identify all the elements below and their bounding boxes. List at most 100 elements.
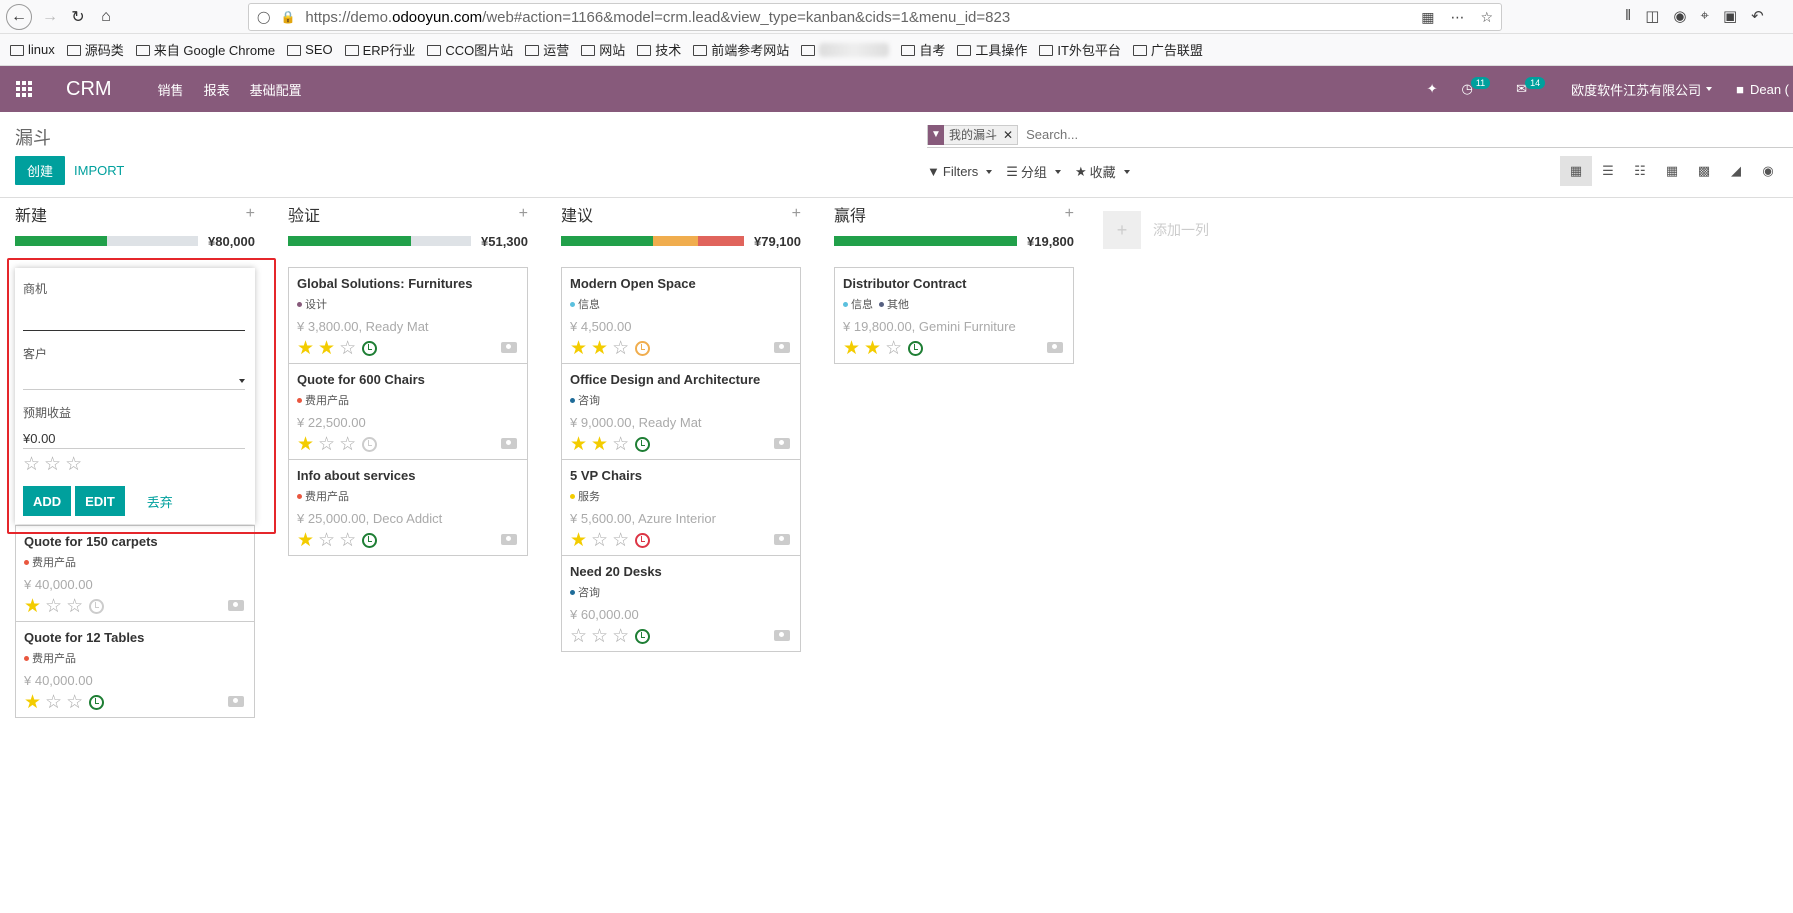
bookmark-folder[interactable]: 技术 bbox=[637, 40, 681, 59]
kanban-card[interactable]: Quote for 600 Chairs 费用产品 ¥ 22,500.00 ★ ☆ ☆ bbox=[288, 363, 528, 460]
discard-button[interactable]: 丢弃 bbox=[147, 492, 173, 511]
bookmark-folder[interactable]: SEO bbox=[287, 42, 333, 57]
star-icon[interactable]: ★ bbox=[570, 339, 587, 358]
reload-icon[interactable]: ↻ bbox=[64, 3, 92, 31]
kanban-card[interactable]: Info about services 费用产品 ¥ 25,000.00, Deco… bbox=[288, 459, 528, 556]
edit-button[interactable]: EDIT bbox=[75, 486, 125, 516]
calendar-view-icon[interactable]: ☷ bbox=[1624, 156, 1656, 186]
import-button[interactable]: IMPORT bbox=[74, 156, 124, 185]
star-icon[interactable]: ☆ bbox=[570, 627, 587, 646]
bookmark-folder[interactable]: 源码类 bbox=[66, 40, 124, 59]
dashboard-view-icon[interactable]: ◉ bbox=[1752, 156, 1784, 186]
filters-dropdown[interactable]: ▼ Filters bbox=[927, 162, 993, 181]
kanban-card[interactable]: Global Solutions: Furnitures 设计 ¥ 3,800.00… bbox=[288, 267, 528, 364]
progress-bar[interactable] bbox=[288, 236, 471, 246]
company-switcher[interactable]: 欧度软件江苏有限公司 bbox=[1571, 80, 1713, 99]
star-icon[interactable]: ★ bbox=[297, 531, 314, 550]
favorites-dropdown[interactable]: ★ 收藏 bbox=[1075, 162, 1130, 181]
kanban-card[interactable]: Office Design and Architecture 咨询 ¥ 9,000.… bbox=[561, 363, 801, 460]
bookmark-folder[interactable]: 前端参考网站 bbox=[693, 40, 789, 59]
menu-sales[interactable]: 销售 bbox=[158, 80, 184, 99]
groupby-dropdown[interactable]: ☰ 分组 bbox=[1006, 162, 1061, 181]
quick-add-icon[interactable]: + bbox=[1065, 205, 1074, 223]
star-icon[interactable]: ☆ bbox=[318, 531, 335, 550]
quick-add-icon[interactable]: + bbox=[792, 205, 801, 223]
star-icon[interactable]: ☆ bbox=[45, 693, 62, 712]
user-menu[interactable]: ■ Dean ( bbox=[1736, 82, 1789, 97]
kanban-card[interactable]: Modern Open Space 信息 ¥ 4,500.00 ★ ★ ☆ bbox=[561, 267, 801, 364]
star-icon[interactable]: ☆ bbox=[339, 531, 356, 550]
remove-facet-icon[interactable]: ✕ bbox=[1003, 128, 1013, 142]
star-icon[interactable]: ★ bbox=[570, 531, 587, 550]
url-text[interactable]: https://demo.odooyun.com/web#action=1166… bbox=[305, 9, 1421, 26]
star-icon[interactable]: ☆ bbox=[339, 339, 356, 358]
star-icon[interactable]: ★ bbox=[864, 339, 881, 358]
progress-bar[interactable] bbox=[834, 236, 1017, 246]
address-bar[interactable]: ◯ 🔒 https://demo.odooyun.com/web#action=… bbox=[248, 3, 1502, 31]
apps-menu-icon[interactable] bbox=[0, 66, 48, 112]
activity-clock-icon[interactable] bbox=[362, 341, 378, 356]
activity-clock-icon[interactable] bbox=[362, 533, 378, 548]
qr-code-icon[interactable]: ▦ bbox=[1421, 9, 1434, 26]
star-icon[interactable]: ★ bbox=[570, 435, 587, 454]
menu-config[interactable]: 基础配置 bbox=[250, 80, 302, 99]
star-icon[interactable]: ★ bbox=[297, 435, 314, 454]
bookmark-star-icon[interactable]: ☆ bbox=[1480, 9, 1493, 26]
star-icon[interactable]: ☆ bbox=[66, 693, 83, 712]
star-icon[interactable]: ★ bbox=[24, 597, 41, 616]
star-icon[interactable]: ★ bbox=[318, 339, 335, 358]
star-icon[interactable]: ★ bbox=[591, 339, 608, 358]
bookmark-folder[interactable]: linux bbox=[10, 42, 55, 57]
star-icon[interactable]: ☆ bbox=[65, 455, 82, 474]
progress-bar[interactable] bbox=[561, 236, 744, 246]
bookmark-folder[interactable]: IT外包平台 bbox=[1039, 40, 1121, 59]
star-icon[interactable]: ★ bbox=[591, 435, 608, 454]
bookmark-folder[interactable]: CCO图片站 bbox=[427, 40, 513, 59]
create-button[interactable]: 创建 bbox=[15, 156, 66, 185]
sidebar-icon[interactable]: ◫ bbox=[1645, 7, 1659, 25]
bookmark-folder[interactable]: 网站 bbox=[581, 40, 625, 59]
bookmark-folder[interactable]: 广告联盟 bbox=[1132, 40, 1203, 59]
undo-icon[interactable]: ↶ bbox=[1751, 7, 1764, 25]
quick-add-icon[interactable]: + bbox=[246, 205, 255, 223]
kanban-card[interactable]: Distributor Contract 信息 其他 ¥ 19,800.00, Gem… bbox=[834, 267, 1074, 364]
debug-bug-icon[interactable]: ✦ bbox=[1427, 81, 1438, 97]
activity-clock-icon[interactable] bbox=[362, 437, 378, 452]
star-icon[interactable]: ☆ bbox=[23, 455, 40, 474]
kanban-card[interactable]: Need 20 Desks 咨询 ¥ 60,000.00 ☆ ☆ ☆ bbox=[561, 555, 801, 652]
opportunity-input[interactable] bbox=[23, 301, 245, 331]
bookmark-folder[interactable] bbox=[801, 42, 890, 57]
bookmark-folder[interactable]: ERP行业 bbox=[344, 40, 415, 59]
crop-icon[interactable]: ⌖ bbox=[1700, 7, 1708, 25]
star-icon[interactable]: ☆ bbox=[612, 435, 629, 454]
list-view-icon[interactable]: ☰ bbox=[1592, 156, 1624, 186]
back-arrow-icon[interactable]: ← bbox=[6, 3, 32, 30]
kanban-card[interactable]: 5 VP Chairs 服务 ¥ 5,600.00, Azure Interior ★… bbox=[561, 459, 801, 556]
activity-clock-icon[interactable] bbox=[908, 341, 924, 356]
activity-clock-icon[interactable] bbox=[635, 629, 651, 644]
star-icon[interactable]: ☆ bbox=[66, 597, 83, 616]
quick-add-icon[interactable]: + bbox=[519, 205, 528, 223]
activity-clock-icon[interactable]: ◷ 11 bbox=[1461, 77, 1492, 97]
revenue-input[interactable]: ¥0.00 bbox=[23, 425, 245, 449]
search-input[interactable] bbox=[1026, 127, 1327, 142]
library-icon[interactable]: ‖ bbox=[1625, 7, 1631, 25]
star-icon[interactable]: ☆ bbox=[612, 627, 629, 646]
activity-clock-icon[interactable] bbox=[635, 533, 651, 548]
forward-arrow-icon[interactable]: → bbox=[36, 3, 64, 31]
star-icon[interactable]: ☆ bbox=[885, 339, 902, 358]
bookmark-folder[interactable]: 工具操作 bbox=[957, 40, 1027, 59]
bookmark-folder[interactable]: 来自 Google Chrome bbox=[135, 40, 275, 59]
activity-clock-icon[interactable] bbox=[89, 695, 105, 710]
activity-clock-icon[interactable] bbox=[635, 437, 651, 452]
home-icon[interactable]: ⌂ bbox=[92, 3, 120, 31]
graph-view-icon[interactable]: ▩ bbox=[1688, 156, 1720, 186]
star-icon[interactable]: ☆ bbox=[612, 339, 629, 358]
kanban-view-icon[interactable]: ▦ bbox=[1560, 156, 1592, 186]
progress-bar[interactable] bbox=[15, 236, 198, 246]
cohort-view-icon[interactable]: ◢ bbox=[1720, 156, 1752, 186]
bookmark-folder[interactable]: 自考 bbox=[901, 40, 945, 59]
kanban-card[interactable]: Quote for 150 carpets 费用产品 ¥ 40,000.00 ★ ☆ ☆ bbox=[15, 525, 255, 622]
activity-clock-icon[interactable] bbox=[635, 341, 651, 356]
activity-clock-icon[interactable] bbox=[89, 599, 105, 614]
